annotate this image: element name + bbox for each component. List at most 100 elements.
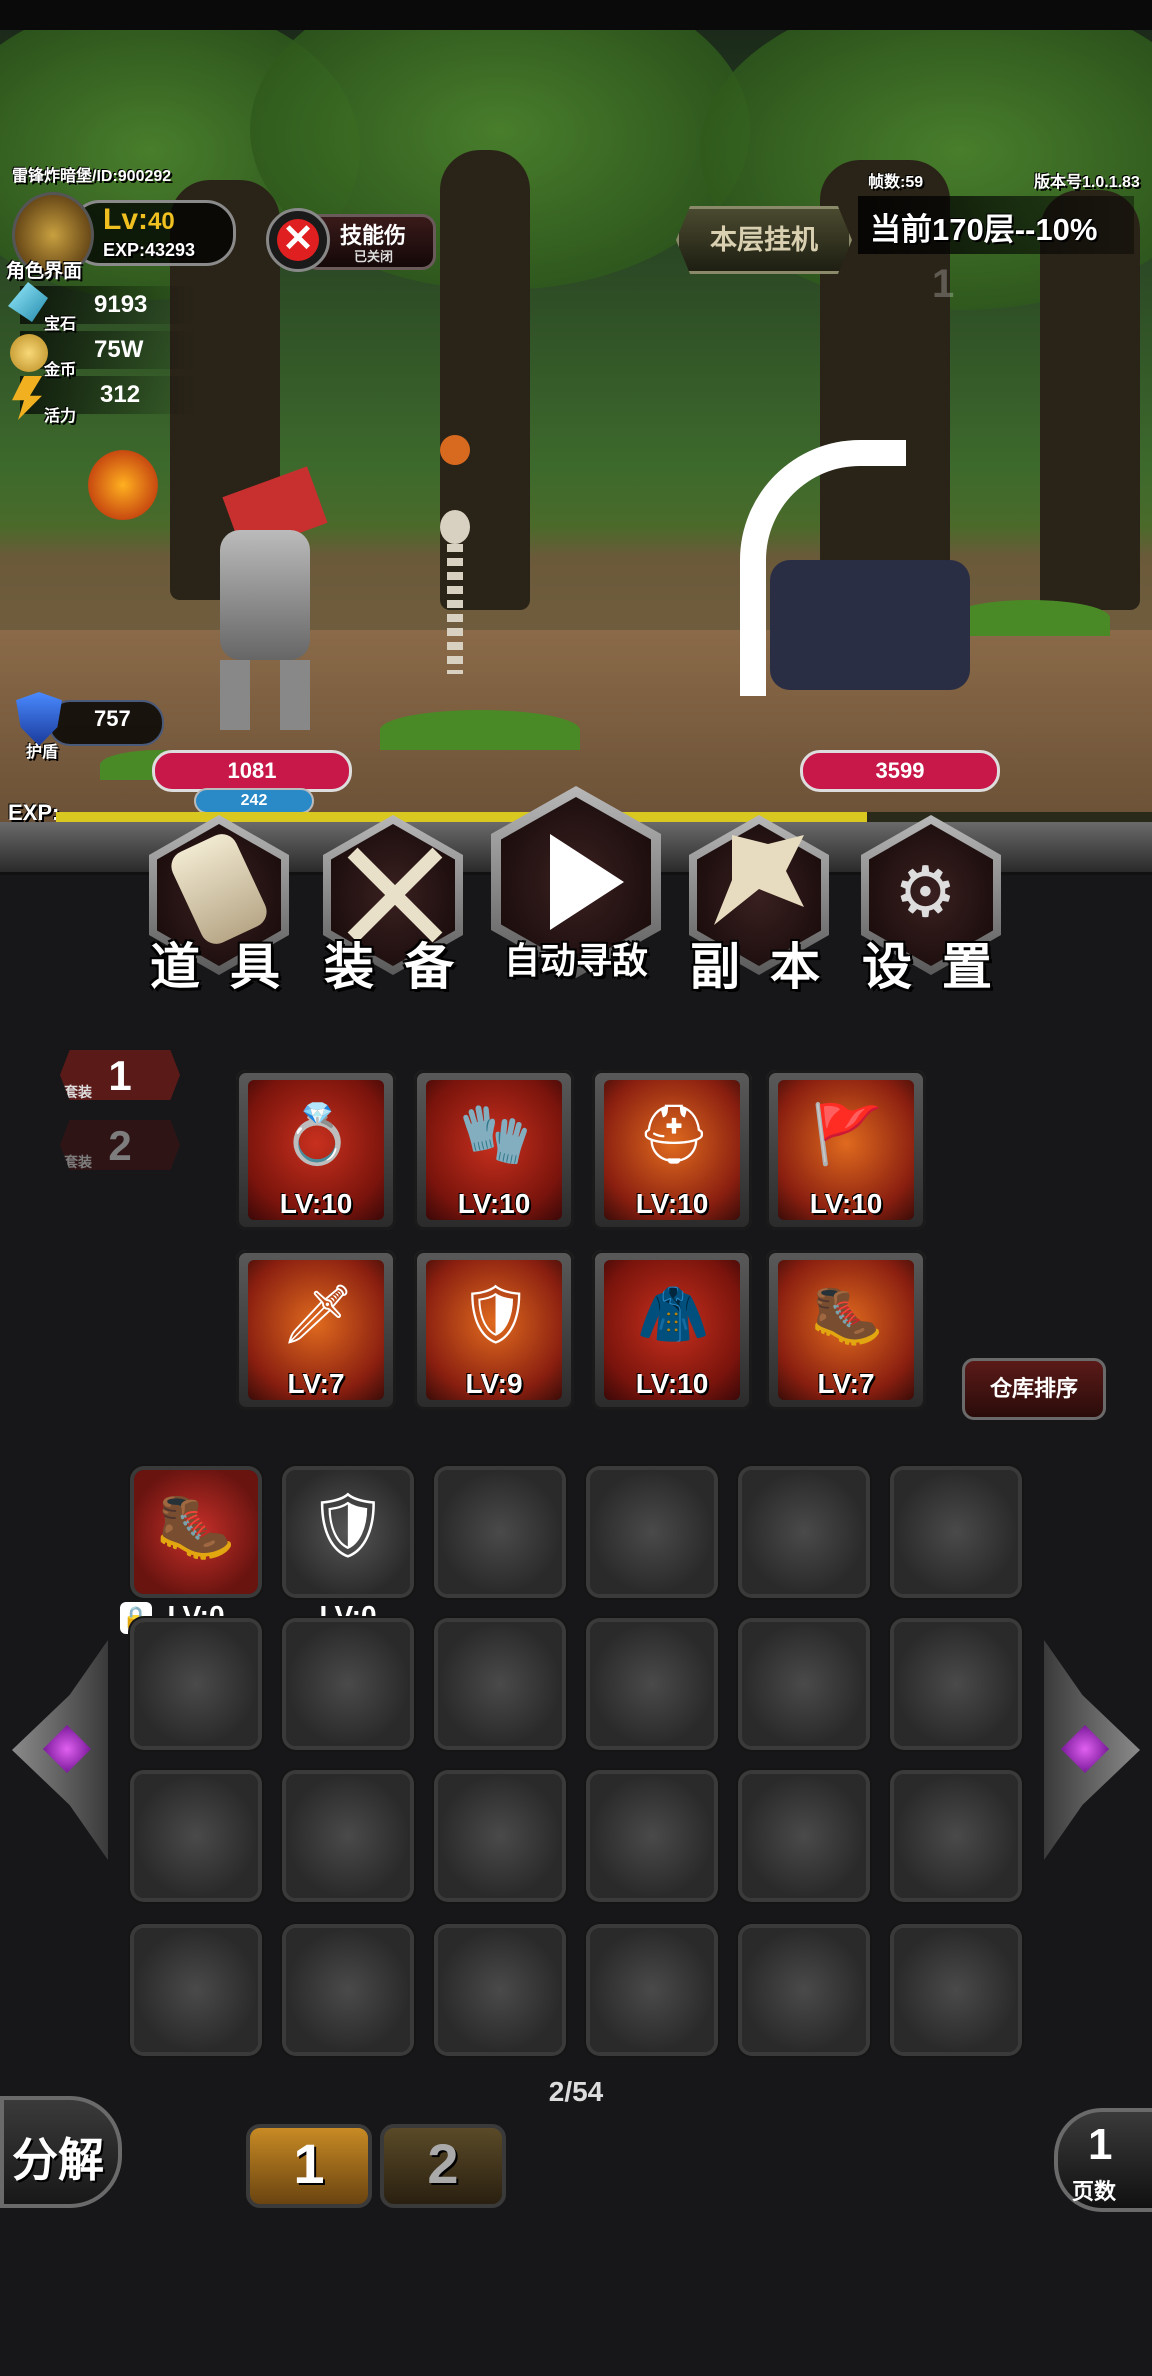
close-x-badge: ✕ [266,208,330,272]
equip-level: LV:9 [465,1368,523,1399]
equip-slot-boots[interactable]: 🥾 LV:7 [766,1250,926,1410]
set-tab-1[interactable]: 1 套装 [60,1050,180,1100]
auto-find-label: 自动寻敌 [503,940,648,981]
settings-button[interactable]: ⚙ 设 置 [856,815,1006,995]
inventory-slot[interactable]: 🛡 LV:0 [286,1470,410,1631]
grass-patch [380,710,580,750]
energy-value: 312 [100,381,141,408]
inventory-slot[interactable] [438,1928,562,2052]
skeleton-sprite [425,510,485,680]
inventory-slot[interactable] [590,1470,714,1594]
inventory-slot[interactable] [286,1774,410,1898]
level-value: 40 [148,208,175,235]
skill-damage-toggle[interactable]: ✕ 技能伤 已关闭 [264,206,436,272]
sword-icon: 🗡 [281,1282,355,1347]
knight-sprite [190,460,340,760]
next-page-arrow[interactable] [1044,1640,1140,1860]
prev-page-arrow[interactable] [12,1640,108,1860]
equip-slot-ring[interactable]: 💍 LV:10 [236,1070,396,1230]
shield-label: 护盾 [26,744,59,761]
skeleton-skull [440,510,470,544]
purple-gem-icon [1060,1724,1110,1774]
floor-progress: 当前170层--10% [870,212,1098,247]
decompose-button[interactable]: 分解 [0,2096,122,2208]
level-label: Lv: [103,203,148,236]
inventory-slot[interactable] [134,1774,258,1898]
player-name-id: 雷锋炸暗堡/ID:900292 [12,168,172,185]
auto-find-enemy-button[interactable]: 自动寻敌 [488,786,664,986]
banner-icon: 🚩 [811,1102,884,1167]
enemy-hp-bar: 3599 [800,750,1000,792]
helmet-icon: ⛑ [637,1102,711,1167]
inventory-slot[interactable] [438,1622,562,1746]
set-tab-label: 套装 [64,1154,92,1170]
inventory-slot[interactable] [590,1774,714,1898]
knight-leg [280,660,310,730]
inventory-slot[interactable] [590,1928,714,2052]
equipment-button[interactable]: 装 备 [318,815,468,995]
fps-counter: 帧数:59 [868,174,924,191]
page-tab-1[interactable]: 1 [246,2124,372,2208]
inventory-slot[interactable] [286,1622,410,1746]
page-indicator[interactable]: 1 页数 [1054,2108,1152,2212]
set-tab-2[interactable]: 2 套装 [60,1120,180,1170]
inventory-slot[interactable] [894,1928,1018,2052]
equip-slot-shield[interactable]: 🛡 LV:9 [414,1250,574,1410]
inventory-slot[interactable] [894,1470,1018,1594]
level-display: Lv:40 [103,203,175,237]
equipment-label: 装 备 [324,939,462,995]
main-menu: 道 具 装 备 自动寻敌 副 本 ⚙ 设 置 [0,786,1152,1012]
knight-armor [220,530,310,660]
inventory-slot[interactable] [590,1622,714,1746]
enemy-body [770,560,970,690]
faded-number: 1 [932,262,955,306]
inventory-slot[interactable] [894,1622,1018,1746]
settings-label: 设 置 [862,939,1000,995]
equip-slot-gauntlet[interactable]: 🧤 LV:10 [414,1070,574,1230]
gold-coin-icon [10,334,48,372]
enemy-sprite [740,440,980,720]
inventory-slot[interactable] [438,1470,562,1594]
items-button[interactable]: 道 具 [144,815,294,995]
pumpkin-lantern [440,435,470,465]
sort-storage-button[interactable]: 仓库排序 [962,1358,1106,1420]
floor-progress-panel: 当前170层--10% [858,196,1134,254]
idle-floor-button[interactable]: 本层挂机 [676,206,852,274]
play-icon [550,834,624,930]
inventory-slot[interactable] [894,1774,1018,1898]
equip-level: LV:7 [817,1368,875,1399]
inventory-slot[interactable]: 🥾 LV:0 🔒 [120,1470,258,1634]
skill-damage-status: 已关闭 [354,249,394,264]
equip-slot-banner[interactable]: 🚩 LV:10 [766,1070,926,1230]
inventory-slot[interactable] [742,1774,866,1898]
inventory-slot[interactable] [742,1470,866,1594]
gems-value: 9193 [94,291,148,318]
inventory-slot[interactable] [742,1928,866,2052]
close-icon: ✕ [277,219,319,261]
inventory-count: 2/54 [548,2076,604,2107]
items-label: 道 具 [150,939,288,995]
inventory-slot[interactable] [742,1622,866,1746]
dungeon-button[interactable]: 副 本 [684,815,834,995]
inventory-slot[interactable] [134,1622,258,1746]
skeleton-body [447,544,463,674]
inventory-slot[interactable] [134,1928,258,2052]
page-tab-2[interactable]: 2 [380,2124,506,2208]
purple-gem-icon [42,1724,92,1774]
inventory-slot[interactable] [286,1928,410,2052]
knight-leg [220,660,250,730]
equip-slot-sword[interactable]: 🗡 LV:7 [236,1250,396,1410]
equip-level: LV:10 [457,1188,531,1219]
player-hp-bar: 1081 [152,750,352,792]
equip-slot-armor[interactable]: 🧥 LV:10 [592,1250,752,1410]
equip-level: LV:10 [279,1188,353,1219]
battle-scene [0,30,1152,830]
equip-level: LV:10 [809,1188,883,1219]
page-indicator-label: 页数 [1072,2179,1117,2204]
inventory-slot[interactable] [438,1774,562,1898]
equip-level: LV:10 [635,1188,709,1219]
exp-value: EXP:43293 [103,240,196,260]
character-screen-label[interactable]: 角色界面 [6,256,82,283]
equip-slot-helmet[interactable]: ⛑ LV:10 [592,1070,752,1230]
ring-icon: 💍 [281,1102,354,1167]
